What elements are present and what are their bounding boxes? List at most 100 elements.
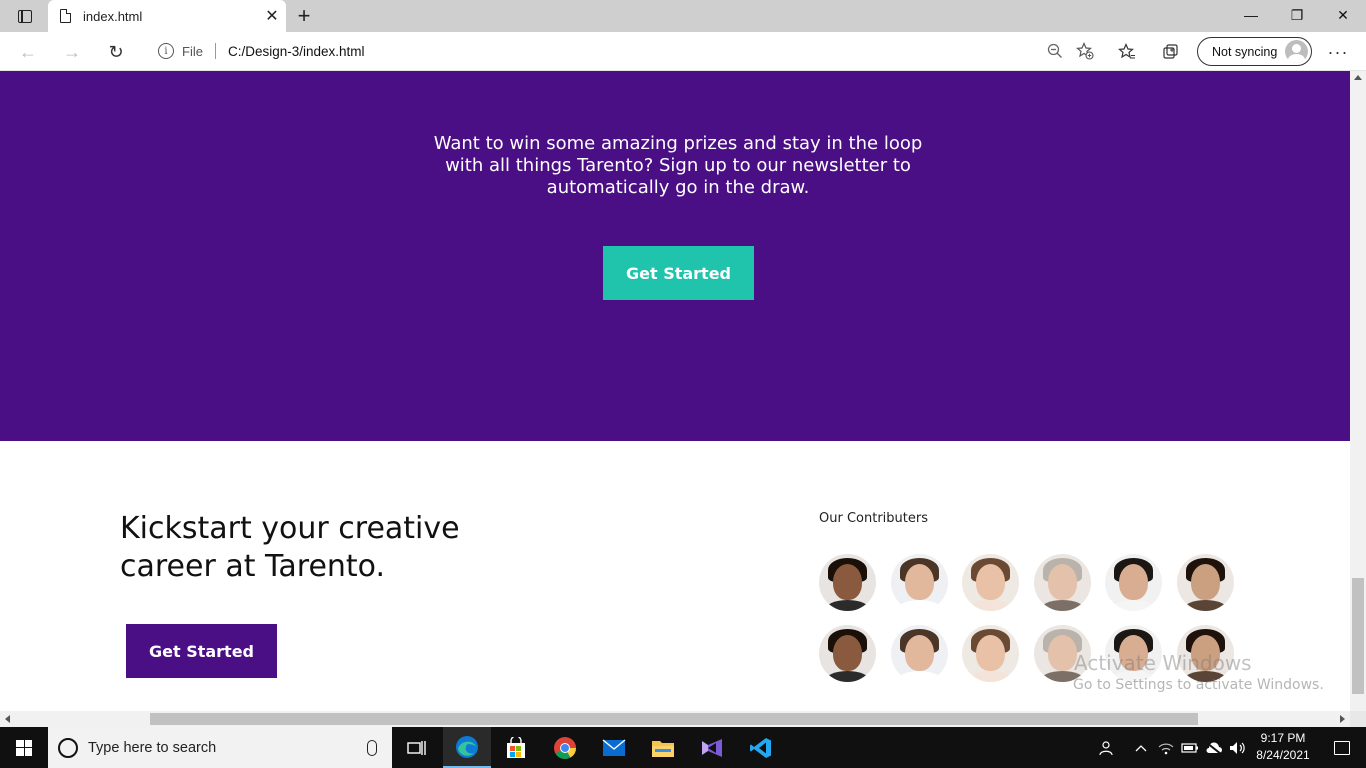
close-window-button[interactable]: ✕ — [1320, 0, 1366, 30]
contributor-avatar[interactable] — [962, 554, 1019, 611]
page-viewport: Want to win some amazing prizes and stay… — [0, 71, 1350, 711]
arrow-right-icon: → — [63, 41, 81, 62]
profile-avatar-icon — [1285, 40, 1308, 63]
newsletter-section: Want to win some amazing prizes and stay… — [0, 71, 1350, 441]
contributor-face — [904, 635, 934, 671]
horizontal-scrollbar[interactable] — [0, 711, 1350, 727]
activate-windows-subtitle: Go to Settings to activate Windows. — [1073, 677, 1324, 693]
info-icon[interactable]: i — [158, 43, 174, 59]
get-started-kickstart-button[interactable]: Get Started — [126, 624, 277, 678]
contributor-avatar[interactable] — [1176, 554, 1234, 611]
taskbar-search-text: Type here to search — [88, 739, 217, 756]
contributor-face — [976, 564, 1005, 600]
file-icon — [60, 9, 71, 23]
windows-logo-icon — [16, 739, 32, 756]
contributor-shoulders — [968, 600, 1013, 611]
tab-title: index.html — [83, 8, 143, 24]
contributor-shoulders — [1111, 600, 1156, 611]
volume-icon[interactable] — [1228, 727, 1248, 768]
contributor-face — [976, 635, 1005, 671]
collections-icon[interactable] — [1155, 37, 1187, 67]
action-center-button[interactable] — [1318, 727, 1366, 768]
refresh-button[interactable]: ↻ — [100, 36, 132, 68]
zoom-out-icon[interactable] — [1040, 36, 1070, 66]
contributor-shoulders — [825, 671, 870, 682]
vertical-scroll-thumb[interactable] — [1352, 578, 1364, 694]
contributor-avatar[interactable] — [1033, 554, 1091, 611]
address-separator — [214, 43, 216, 59]
contributor-avatar[interactable] — [819, 554, 876, 611]
address-url[interactable]: C:/Design-3/index.html — [228, 44, 1040, 59]
edge-icon[interactable] — [443, 727, 491, 768]
mail-icon[interactable] — [590, 727, 638, 768]
taskbar-search-box[interactable]: Type here to search — [48, 727, 392, 768]
settings-more-button[interactable]: ··· — [1322, 37, 1354, 67]
browser-toolbar: ← → ↻ i File C:/Design-3/index.html Not … — [0, 32, 1366, 71]
browser-tab[interactable]: index.html ✕ — [48, 0, 286, 32]
network-icon[interactable] — [1156, 727, 1176, 768]
contributor-shoulders — [896, 671, 942, 682]
cloud-off-icon[interactable] — [1204, 727, 1224, 768]
contributor-face — [1190, 564, 1220, 600]
chevron-up-icon[interactable] — [1132, 727, 1150, 768]
get-started-hero-button[interactable]: Get Started — [603, 246, 754, 300]
microphone-icon[interactable] — [367, 739, 377, 756]
address-bar[interactable]: i File C:/Design-3/index.html — [144, 36, 1100, 66]
taskbar-clock[interactable]: 9:17 PM 8/24/2021 — [1250, 730, 1316, 764]
contributor-face — [833, 564, 862, 600]
clock-time: 9:17 PM — [1260, 731, 1306, 745]
arrow-left-icon: ← — [19, 41, 37, 62]
add-favorite-icon[interactable] — [1070, 36, 1100, 66]
refresh-icon: ↻ — [108, 41, 124, 62]
contributor-face — [1047, 564, 1077, 600]
file-explorer-icon[interactable] — [639, 727, 687, 768]
new-tab-button[interactable]: + — [290, 2, 318, 30]
contributor-avatar[interactable] — [890, 625, 948, 682]
scroll-right-icon[interactable] — [1340, 715, 1345, 723]
contributor-face — [904, 564, 934, 600]
visual-studio-icon[interactable] — [688, 727, 736, 768]
battery-icon[interactable] — [1180, 727, 1200, 768]
windows-taskbar: Type here to search 9:17 PM 8/24/2021 — [0, 727, 1366, 768]
start-button[interactable] — [0, 727, 48, 768]
task-view-icon[interactable] — [393, 727, 441, 768]
sync-label: Not syncing — [1212, 44, 1278, 59]
contributor-face — [1119, 564, 1148, 600]
scroll-left-icon[interactable] — [5, 715, 10, 723]
contributor-shoulders — [1182, 600, 1228, 611]
contributor-shoulders — [825, 600, 870, 611]
forward-button[interactable]: → — [56, 36, 88, 68]
kickstart-heading: Kickstart your creative career at Tarent… — [120, 511, 460, 584]
minimize-button[interactable]: — — [1228, 0, 1274, 30]
store-icon[interactable] — [492, 727, 540, 768]
contributors-title: Our Contributers — [819, 511, 928, 526]
back-button[interactable]: ← — [12, 36, 44, 68]
tab-actions-button[interactable] — [8, 0, 42, 32]
contributor-shoulders — [896, 600, 942, 611]
contributor-shoulders — [968, 671, 1013, 682]
contributor-avatar[interactable] — [962, 625, 1019, 682]
restore-button[interactable]: ❐ — [1274, 0, 1320, 30]
tab-close-button[interactable]: ✕ — [258, 2, 286, 30]
favorites-icon[interactable] — [1111, 37, 1143, 67]
profile-sync-button[interactable]: Not syncing — [1197, 37, 1312, 66]
contributor-face — [1047, 635, 1077, 671]
vscode-icon[interactable] — [737, 727, 785, 768]
activate-windows-title: Activate Windows — [1074, 651, 1252, 675]
clock-date: 8/24/2021 — [1256, 748, 1310, 762]
contributor-shoulders — [1039, 600, 1085, 611]
browser-titlebar: index.html ✕ + — ❐ ✕ — [0, 0, 1366, 32]
horizontal-scroll-thumb[interactable] — [150, 713, 1198, 725]
contributor-face — [833, 635, 862, 671]
contributor-avatar[interactable] — [819, 625, 876, 682]
contributor-avatar[interactable] — [890, 554, 948, 611]
tab-actions-icon — [18, 9, 32, 23]
scroll-up-icon[interactable] — [1354, 75, 1362, 80]
cortana-icon — [58, 737, 78, 758]
contributor-avatar[interactable] — [1105, 554, 1162, 611]
newsletter-text: Want to win some amazing prizes and stay… — [433, 133, 923, 198]
notification-icon — [1334, 740, 1350, 755]
chrome-icon[interactable] — [541, 727, 589, 768]
vertical-scrollbar[interactable] — [1350, 71, 1366, 711]
people-icon[interactable] — [1096, 727, 1116, 768]
